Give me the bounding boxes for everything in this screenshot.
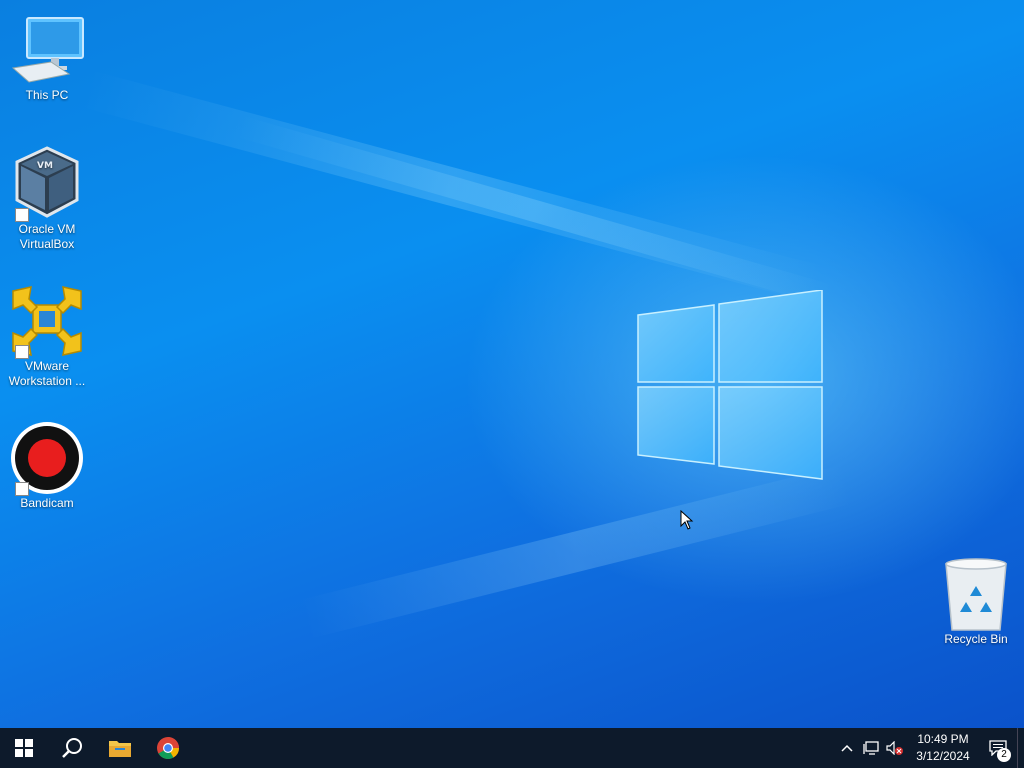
taskbar: 10:49 PM 3/12/2024 2 xyxy=(0,728,1024,768)
chevron-up-icon xyxy=(841,744,853,752)
desktop-icon-recycle-bin[interactable]: Recycle Bin xyxy=(936,556,1016,647)
file-explorer-button[interactable] xyxy=(96,728,144,768)
desktop-icon-label: Bandicam xyxy=(20,496,74,510)
clock-date: 3/12/2024 xyxy=(916,749,970,763)
show-hidden-icons-button[interactable] xyxy=(835,728,859,768)
volume-button[interactable] xyxy=(883,728,907,768)
desktop-icon-bandicam[interactable]: Bandicam xyxy=(7,420,87,511)
clock[interactable]: 10:49 PM 3/12/2024 xyxy=(907,731,979,765)
recycle-bin-icon xyxy=(945,558,1007,631)
shortcut-arrow-icon xyxy=(15,482,29,496)
system-tray: 10:49 PM 3/12/2024 2 xyxy=(835,728,1024,768)
this-pc-icon xyxy=(11,17,84,83)
action-center-button[interactable]: 2 xyxy=(979,728,1017,768)
volume-muted-icon xyxy=(886,741,903,755)
desktop-icon-this-pc[interactable]: This PC xyxy=(7,12,87,103)
desktop-icon-virtualbox[interactable]: VM Oracle VM VirtualBox xyxy=(7,146,87,252)
svg-text:VM: VM xyxy=(37,161,53,171)
notification-count-badge: 2 xyxy=(997,748,1011,762)
windows-start-icon xyxy=(15,739,33,757)
network-icon xyxy=(863,741,879,755)
desktop-icon-label: Recycle Bin xyxy=(944,632,1008,646)
search-icon xyxy=(62,738,82,758)
desktop-icon-label: Oracle VM VirtualBox xyxy=(18,222,76,251)
folder-icon xyxy=(109,741,131,757)
desktop-icon-label: VMware Workstation ... xyxy=(8,359,86,388)
chrome-icon xyxy=(157,737,179,759)
wallpaper-light-ray xyxy=(233,115,836,308)
desktop-icon-vmware[interactable]: VMware Workstation ... xyxy=(7,283,87,389)
clock-time: 10:49 PM xyxy=(917,732,969,746)
windows-logo-wallpaper xyxy=(637,290,823,480)
network-button[interactable] xyxy=(859,728,883,768)
start-button[interactable] xyxy=(0,728,48,768)
show-desktop-button[interactable] xyxy=(1017,728,1024,768)
wallpaper-light-ray xyxy=(300,464,854,639)
desktop-icon-label: This PC xyxy=(25,88,69,102)
search-button[interactable] xyxy=(48,728,96,768)
shortcut-arrow-icon xyxy=(15,208,29,222)
shortcut-arrow-icon xyxy=(15,345,29,359)
chrome-button[interactable] xyxy=(144,728,192,768)
mouse-cursor-icon xyxy=(680,510,694,530)
